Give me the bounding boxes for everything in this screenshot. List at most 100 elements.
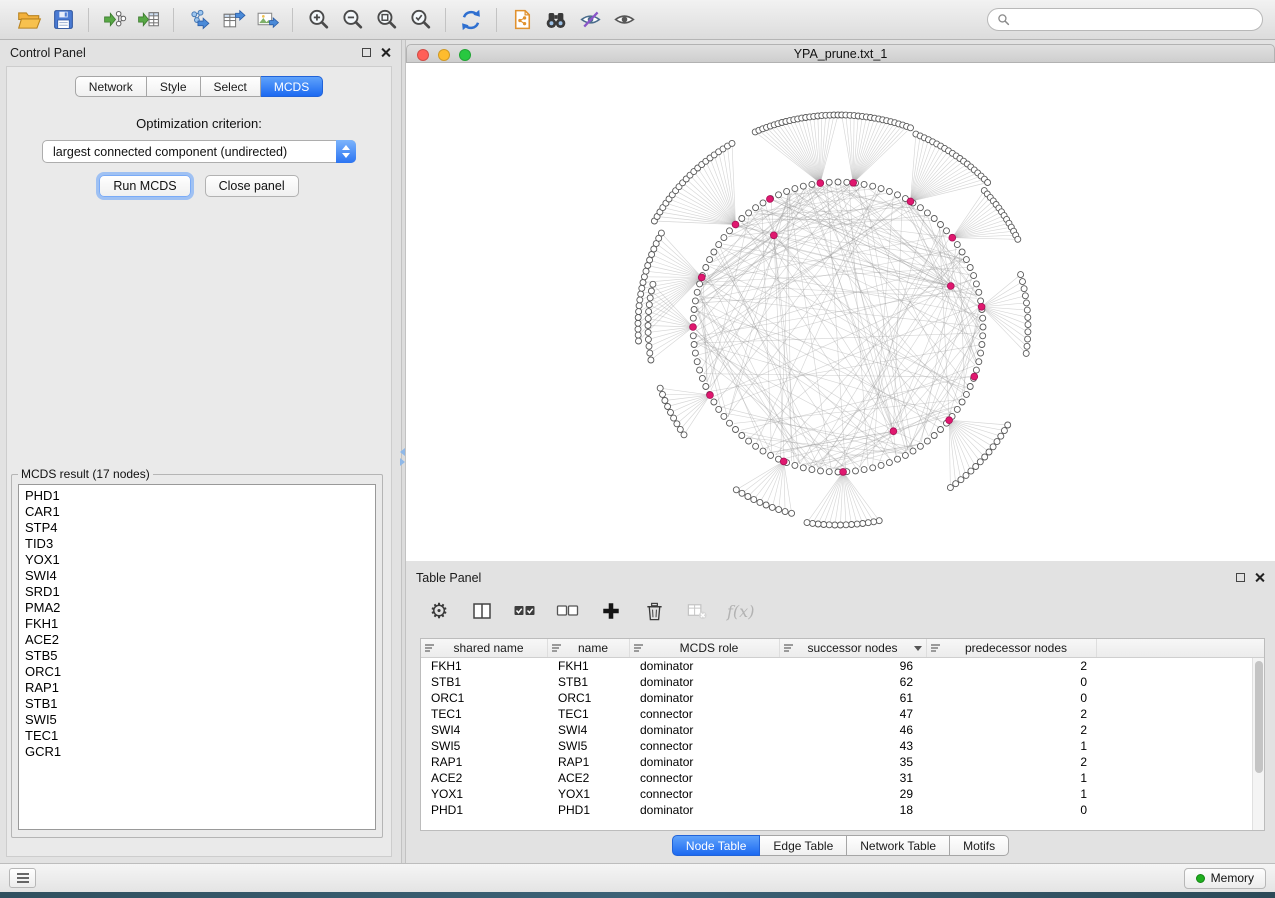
mcds-result-item[interactable]: GCR1 — [19, 744, 375, 760]
search-network-button[interactable] — [539, 5, 573, 35]
table-cell: 2 — [927, 754, 1097, 770]
export-table-button[interactable] — [216, 5, 250, 35]
mcds-result-item[interactable]: TID3 — [19, 536, 375, 552]
float-panel-icon[interactable] — [362, 48, 371, 57]
mcds-result-item[interactable]: SWI4 — [19, 568, 375, 584]
mcds-result-item[interactable]: CAR1 — [19, 504, 375, 520]
function-builder-button: f(x) — [727, 602, 754, 621]
toggle-style-button[interactable] — [573, 5, 607, 35]
tab-mcds[interactable]: MCDS — [261, 76, 323, 97]
export-network-button[interactable] — [182, 5, 216, 35]
column-grip-icon — [634, 643, 643, 653]
window-minimize-button[interactable] — [438, 49, 450, 61]
eye-slash-icon — [578, 7, 603, 32]
table-cell: 18 — [780, 802, 927, 818]
mcds-result-item[interactable]: ORC1 — [19, 664, 375, 680]
mcds-result-item[interactable]: SWI5 — [19, 712, 375, 728]
zoom-out-button[interactable] — [335, 5, 369, 35]
show-columns-button[interactable] — [469, 598, 495, 624]
table-scrollbar[interactable] — [1252, 658, 1264, 830]
table-cell: dominator — [630, 690, 780, 706]
column-header-predecessor-nodes[interactable]: predecessor nodes — [927, 639, 1097, 657]
column-header-successor-nodes[interactable]: successor nodes — [780, 639, 927, 657]
mcds-result-item[interactable]: YOX1 — [19, 552, 375, 568]
run-mcds-button[interactable]: Run MCDS — [99, 175, 190, 197]
refresh-button[interactable] — [454, 5, 488, 35]
search-input[interactable] — [1015, 13, 1253, 27]
table-row[interactable]: FKH1FKH1dominator962 — [421, 658, 1264, 674]
import-table-icon — [136, 7, 161, 32]
table-row[interactable]: ACE2ACE2connector311 — [421, 770, 1264, 786]
table-row[interactable]: ORC1ORC1dominator610 — [421, 690, 1264, 706]
select-all-button[interactable] — [512, 598, 538, 624]
window-close-button[interactable] — [417, 49, 429, 61]
table-row[interactable]: RAP1RAP1dominator352 — [421, 754, 1264, 770]
import-network-button[interactable] — [97, 5, 131, 35]
mcds-result-item[interactable]: PMA2 — [19, 600, 375, 616]
table-cell: ORC1 — [421, 690, 548, 706]
table-settings-button[interactable]: ⚙ — [426, 598, 452, 624]
table-row[interactable]: TEC1TEC1connector472 — [421, 706, 1264, 722]
open-session-button[interactable] — [12, 5, 46, 35]
share-document-button[interactable] — [505, 5, 539, 35]
delete-column-button[interactable] — [641, 598, 667, 624]
tab-network[interactable]: Network — [75, 76, 147, 97]
tab-edge-table[interactable]: Edge Table — [760, 835, 847, 856]
column-header-MCDS-role[interactable]: MCDS role — [630, 639, 780, 657]
mcds-result-list[interactable]: PHD1CAR1STP4TID3YOX1SWI4SRD1PMA2FKH1ACE2… — [18, 484, 376, 830]
network-titlebar[interactable]: YPA_prune.txt_1 — [406, 44, 1275, 63]
add-column-button[interactable] — [598, 598, 624, 624]
table-panel-titlebar: Table Panel — [406, 565, 1275, 590]
table-cell: dominator — [630, 802, 780, 818]
table-row[interactable]: PHD1PHD1dominator180 — [421, 802, 1264, 818]
close-panel-icon[interactable] — [380, 47, 391, 58]
export-image-icon — [255, 7, 280, 32]
export-network-icon — [187, 7, 212, 32]
table-row[interactable]: STB1STB1dominator620 — [421, 674, 1264, 690]
table-cell: dominator — [630, 722, 780, 738]
deselect-all-button[interactable] — [555, 598, 581, 624]
criterion-dropdown[interactable]: largest connected component (undirected) — [42, 140, 356, 163]
save-session-button[interactable] — [46, 5, 80, 35]
network-canvas-svg[interactable] — [406, 63, 1275, 561]
import-table-button[interactable] — [131, 5, 165, 35]
mcds-result-item[interactable]: TEC1 — [19, 728, 375, 744]
table-row[interactable]: SWI5SWI5connector431 — [421, 738, 1264, 754]
search-box[interactable] — [987, 8, 1263, 31]
close-table-panel-icon[interactable] — [1254, 572, 1265, 583]
close-panel-button[interactable]: Close panel — [205, 175, 299, 197]
show-graphics-button[interactable] — [607, 5, 641, 35]
show-panels-button[interactable] — [9, 868, 36, 888]
mcds-result-item[interactable]: STP4 — [19, 520, 375, 536]
splitter-handle[interactable] — [400, 448, 405, 466]
mcds-result-item[interactable]: STB5 — [19, 648, 375, 664]
table-panel-title: Table Panel — [416, 571, 481, 585]
tab-style[interactable]: Style — [147, 76, 201, 97]
tab-network-table[interactable]: Network Table — [847, 835, 950, 856]
column-header-shared-name[interactable]: shared name — [421, 639, 548, 657]
zoom-fit-button[interactable] — [369, 5, 403, 35]
mcds-result-item[interactable]: RAP1 — [19, 680, 375, 696]
tab-motifs[interactable]: Motifs — [950, 835, 1009, 856]
mcds-result-item[interactable]: STB1 — [19, 696, 375, 712]
tab-node-table[interactable]: Node Table — [672, 835, 761, 856]
window-zoom-button[interactable] — [459, 49, 471, 61]
column-header-name[interactable]: name — [548, 639, 630, 657]
table-row[interactable]: YOX1YOX1connector291 — [421, 786, 1264, 802]
export-image-button[interactable] — [250, 5, 284, 35]
scrollbar-thumb[interactable] — [1255, 661, 1263, 773]
mcds-result-item[interactable]: SRD1 — [19, 584, 375, 600]
toolbar-separator — [88, 8, 89, 32]
memory-button[interactable]: Memory — [1184, 868, 1266, 889]
mcds-result-item[interactable]: FKH1 — [19, 616, 375, 632]
mcds-result-item[interactable]: PHD1 — [19, 488, 375, 504]
zoom-in-button[interactable] — [301, 5, 335, 35]
float-table-panel-icon[interactable] — [1236, 573, 1245, 582]
table-row[interactable]: SWI4SWI4dominator462 — [421, 722, 1264, 738]
table-cell: connector — [630, 706, 780, 722]
tab-select[interactable]: Select — [201, 76, 261, 97]
optimization-criterion-label: Optimization criterion: — [7, 116, 391, 131]
table-cell: 1 — [927, 786, 1097, 802]
mcds-result-item[interactable]: ACE2 — [19, 632, 375, 648]
zoom-selected-button[interactable] — [403, 5, 437, 35]
